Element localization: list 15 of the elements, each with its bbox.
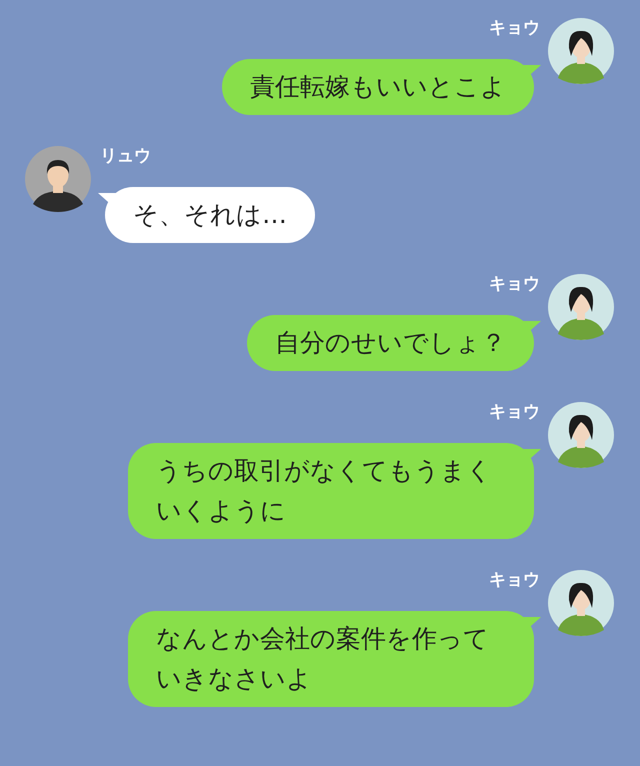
message-bubble: なんとか会社の案件を作っていきなさいよ — [128, 611, 534, 707]
avatar[interactable] — [548, 570, 614, 636]
message-bubble: うちの取引がなくてもうまくいくように — [128, 443, 534, 539]
avatar[interactable] — [25, 146, 91, 212]
avatar[interactable] — [548, 18, 614, 84]
sender-name: リュウ — [100, 146, 151, 166]
sender-name: キョウ — [489, 274, 540, 294]
sender-name: キョウ — [489, 570, 540, 590]
avatar[interactable] — [548, 274, 614, 340]
message-bubble: 責任転嫁もいいとこよ — [222, 59, 534, 115]
message-bubble: 自分のせいでしょ？ — [247, 315, 534, 371]
avatar[interactable] — [548, 402, 614, 468]
sender-name: キョウ — [489, 402, 540, 422]
message-bubble: そ、それは… — [105, 187, 315, 243]
sender-name: キョウ — [489, 18, 540, 38]
